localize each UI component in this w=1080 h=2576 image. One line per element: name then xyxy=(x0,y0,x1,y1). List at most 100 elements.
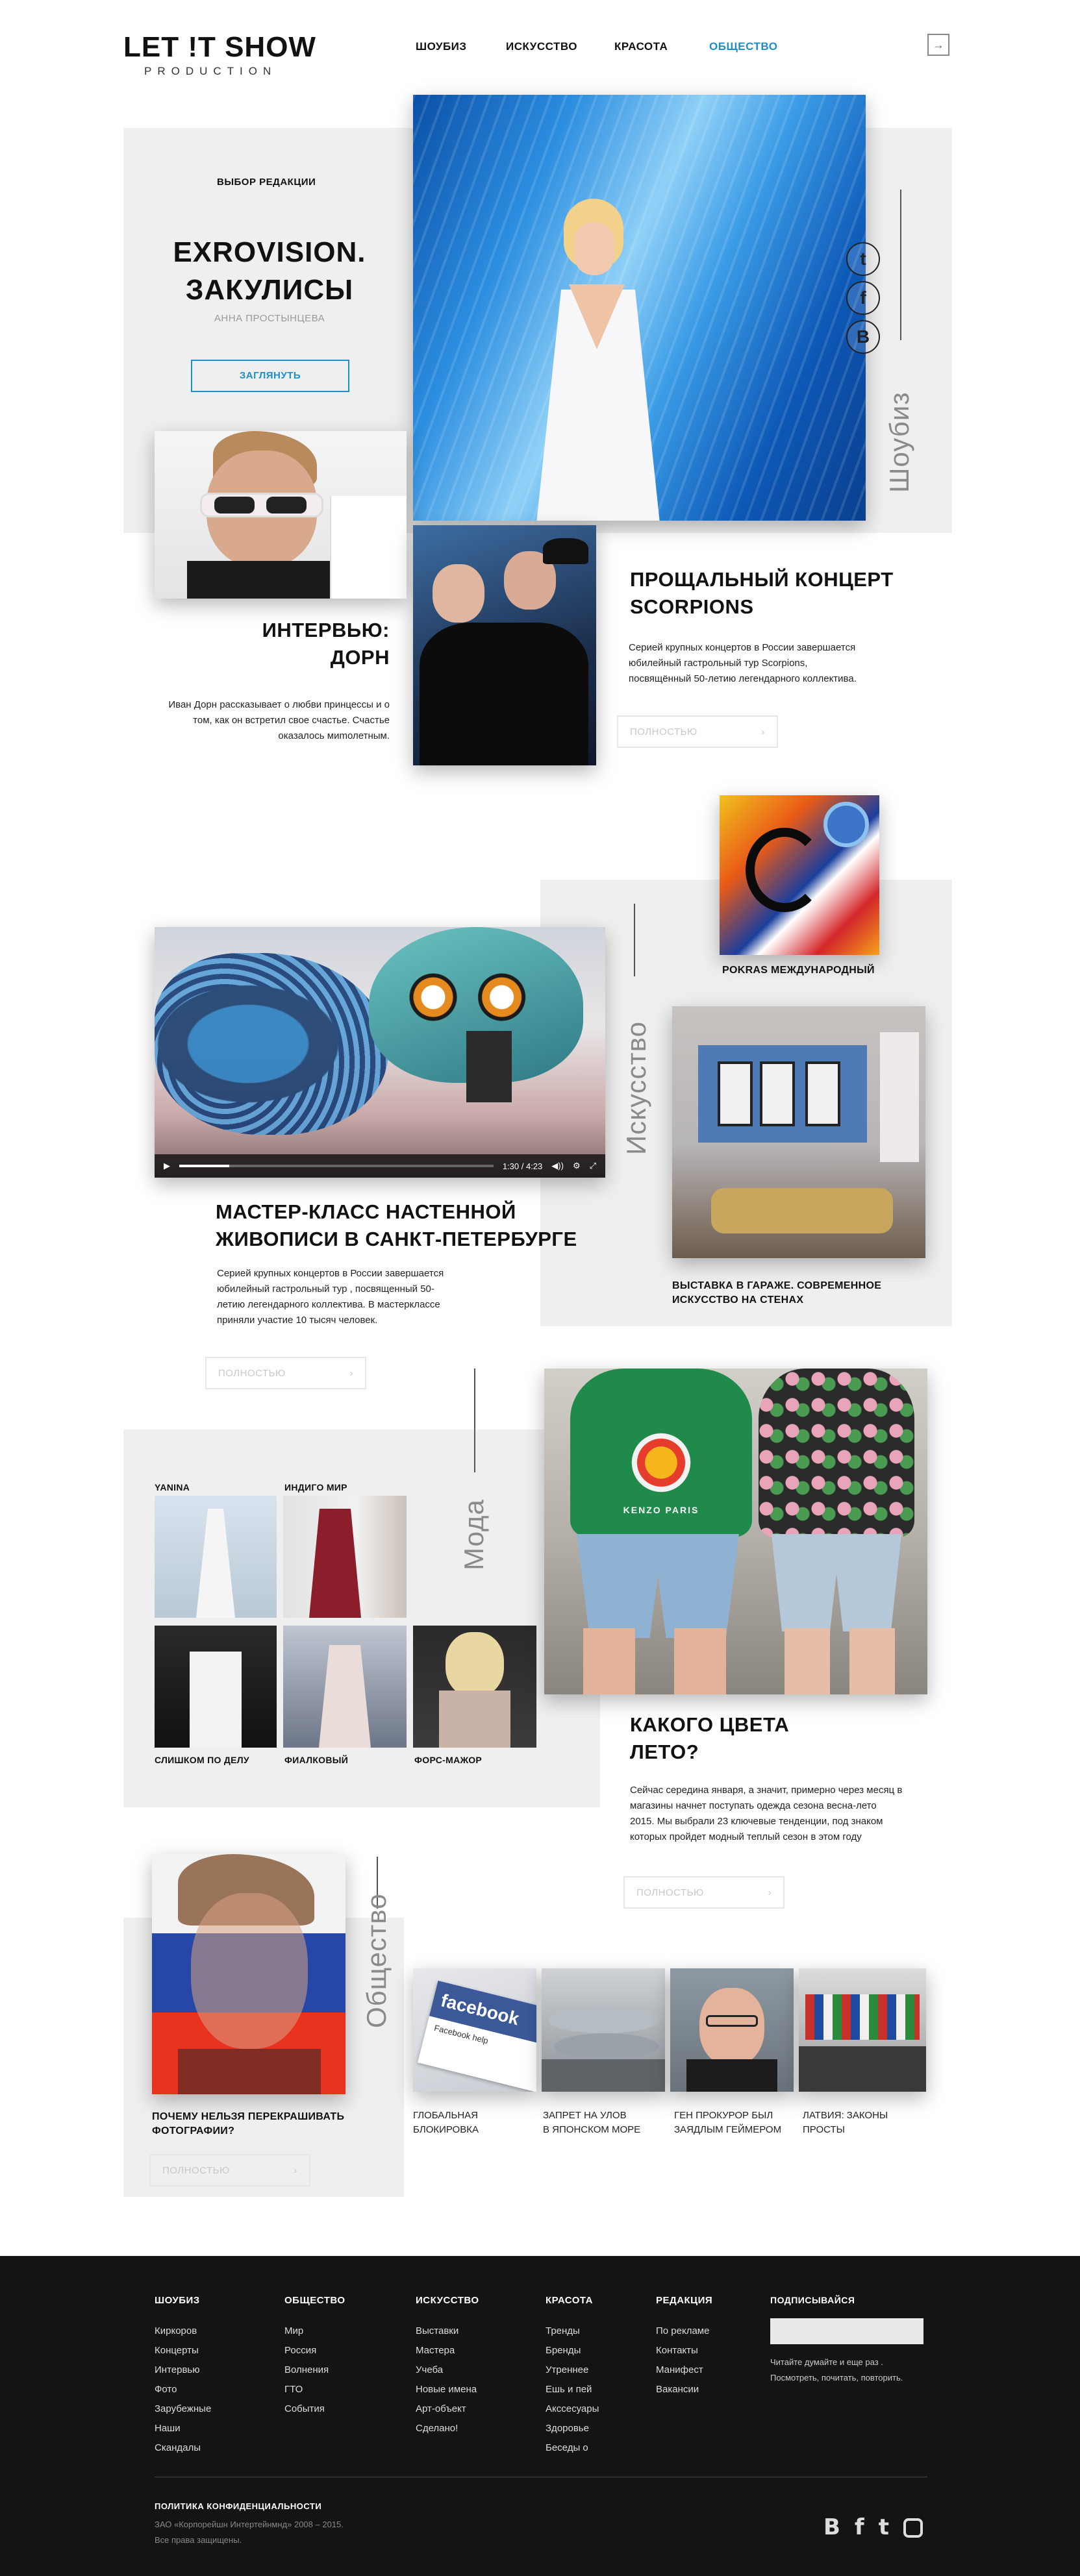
footer-link[interactable]: По рекламе xyxy=(656,2322,712,2341)
footer-link[interactable]: Мастера xyxy=(416,2341,479,2360)
section-divider xyxy=(474,1368,475,1472)
scorpions-more-button[interactable]: ПОЛНОСТЬЮ › xyxy=(617,715,778,748)
scorpions-title: ПРОЩАЛЬНЫЙ КОНЦЕРТ SCORPIONS xyxy=(630,568,894,618)
fashion-thumb-indigo[interactable] xyxy=(283,1496,407,1618)
fashion-caption-force-majeure: ФОРС-МАЖОР xyxy=(414,1755,483,1765)
footer-link[interactable]: Сделано! xyxy=(416,2419,479,2438)
footer-link[interactable]: Концерты xyxy=(155,2341,211,2360)
footer-link[interactable]: Манифест xyxy=(656,2360,712,2380)
footer-link[interactable]: События xyxy=(284,2399,345,2419)
hero-look-button[interactable]: ЗАГЛЯНУТЬ xyxy=(191,360,349,392)
nav-society[interactable]: ОБЩЕСТВО xyxy=(709,40,777,53)
fashion-thumb-yanina[interactable] xyxy=(155,1496,277,1618)
hero-photo[interactable] xyxy=(413,95,866,521)
footer-link[interactable]: Учеба xyxy=(416,2360,479,2380)
footer-link[interactable]: Утреннее xyxy=(546,2360,599,2380)
footer-link[interactable]: Киркоров xyxy=(155,2322,211,2341)
nav-showbiz[interactable]: ШОУБИЗ xyxy=(416,40,467,53)
logo-title: LET !T SHOW xyxy=(123,31,316,63)
summer-text: Сейчас середина января, а значит, пример… xyxy=(630,1785,903,1842)
twitter-icon[interactable]: t xyxy=(879,2514,889,2540)
footer-link[interactable]: Мир xyxy=(284,2322,345,2341)
privacy-link[interactable]: ПОЛИТИКА КОНФИДЕНЦИАЛЬНОСТИ xyxy=(155,2501,321,2511)
footer-col-showbiz: ШОУБИЗ Киркоров Концерты Интервью Фото З… xyxy=(155,2295,211,2458)
subscribe-text: Читайте думайте и еще раз . Посмотреть, … xyxy=(770,2357,903,2383)
summer-title: КАКОГО ЦВЕТА ЛЕТО? xyxy=(630,1713,790,1763)
society-thumb-fishing[interactable] xyxy=(542,1968,665,2092)
footer-link[interactable]: Тренды xyxy=(546,2322,599,2341)
recolor-more-button[interactable]: ПОЛНОСТЬЮ › xyxy=(149,2154,310,2186)
footer-link[interactable]: Здоровье xyxy=(546,2419,599,2438)
nav-beauty[interactable]: КРАСОТА xyxy=(614,40,668,53)
footer-link[interactable]: Беседы о xyxy=(546,2438,599,2458)
vk-icon[interactable]: B xyxy=(823,2514,840,2540)
facebook-icon[interactable]: f xyxy=(846,281,880,315)
subscribe-email-input[interactable] xyxy=(770,2318,923,2344)
footer-link[interactable]: Россия xyxy=(284,2341,345,2360)
pokras-caption: POKRAS МЕЖДУНАРОДНЫЙ xyxy=(722,965,875,976)
fashion-caption-indigo: ИНДИГО МИР xyxy=(284,1482,347,1492)
twitter-icon[interactable]: t xyxy=(846,242,880,276)
mural-title: МАСТЕР-КЛАСС НАСТЕННОЙ ЖИВОПИСИ В САНКТ-… xyxy=(216,1200,577,1250)
footer-col-art: ИСКУССТВО Выставки Мастера Учеба Новые и… xyxy=(416,2295,479,2438)
mural-more-button[interactable]: ПОЛНОСТЬЮ › xyxy=(205,1357,366,1389)
summer-more-button[interactable]: ПОЛНОСТЬЮ › xyxy=(623,1876,785,1909)
society-thumb-latvia[interactable] xyxy=(799,1968,926,2092)
footer-link[interactable]: Акссесуары xyxy=(546,2399,599,2419)
facebook-icon[interactable]: f xyxy=(855,2514,864,2540)
society-thumb-blocking[interactable]: facebook Facebook help xyxy=(413,1968,536,2092)
play-icon[interactable]: ▶ xyxy=(164,1161,170,1171)
section-label-society: Общество xyxy=(361,1893,392,2028)
login-arrow-icon: → xyxy=(933,38,944,51)
footer-link[interactable]: Скандалы xyxy=(155,2438,211,2458)
arrow-right-icon: › xyxy=(768,1887,772,1898)
footer-link[interactable]: Зарубежные xyxy=(155,2399,211,2419)
dorn-photo[interactable] xyxy=(155,431,407,599)
footer-subscribe: ПОДПИСЫВАЙСЯ Читайте думайте и еще раз .… xyxy=(770,2295,929,2386)
mural-text: Серией крупных концертов в России заверш… xyxy=(217,1268,444,1326)
login-button[interactable]: → xyxy=(927,34,949,56)
pokras-photo[interactable] xyxy=(720,795,879,955)
logo[interactable]: LET !T SHOW PRODUCTION xyxy=(123,31,325,96)
fashion-thumb-force-majeure[interactable] xyxy=(413,1626,536,1748)
arrow-right-icon: › xyxy=(349,1367,353,1379)
section-divider xyxy=(634,904,635,976)
fullscreen-icon[interactable]: ⤢ xyxy=(590,1161,596,1171)
society-caption-blocking: ГЛОБАЛЬНАЯ БЛОКИРОВКА xyxy=(413,2110,479,2135)
instagram-icon[interactable] xyxy=(903,2518,923,2538)
society-thumb-prosecutor[interactable] xyxy=(670,1968,794,2092)
volume-icon[interactable]: ◀)) xyxy=(551,1161,564,1171)
sweater-text: KENZO PARIS xyxy=(623,1505,699,1515)
footer-link[interactable]: Волнения xyxy=(284,2360,345,2380)
garage-caption: ВЫСТАВКА В ГАРАЖЕ. СОВРЕМЕННОЕ ИСКУССТВО… xyxy=(672,1280,882,1306)
footer-link[interactable]: Фото xyxy=(155,2380,211,2399)
nav-art[interactable]: ИСКУССТВО xyxy=(506,40,577,53)
footer-link[interactable]: Контакты xyxy=(656,2341,712,2360)
video-controls[interactable]: ▶ 1:30 / 4:23 ◀)) ⚙ ⤢ xyxy=(155,1154,605,1178)
summer-color-photo[interactable]: KENZO PARIS xyxy=(544,1368,927,1694)
footer-link[interactable]: Вакансии xyxy=(656,2380,712,2399)
footer-link[interactable]: Интервью xyxy=(155,2360,211,2380)
garage-photo[interactable] xyxy=(672,1006,925,1258)
hero-title: EXROVISION. ЗАКУЛИСЫ xyxy=(173,236,366,306)
vk-icon[interactable]: B xyxy=(846,320,880,354)
copyright: ЗАО «Корпорейшн Интертейнмнд» 2008 – 201… xyxy=(155,2520,344,2545)
recolor-photo[interactable] xyxy=(152,1854,345,2094)
society-caption-fishing: ЗАПРЕТ НА УЛОВ В ЯПОНСКОМ МОРЕ xyxy=(543,2110,641,2135)
settings-icon[interactable]: ⚙ xyxy=(573,1161,581,1171)
footer-link[interactable]: Арт-объект xyxy=(416,2399,479,2419)
fashion-thumb-violet[interactable] xyxy=(283,1626,407,1748)
video-progress[interactable] xyxy=(179,1165,494,1167)
footer-link[interactable]: ГТО xyxy=(284,2380,345,2399)
footer-link[interactable]: Ешь и пей xyxy=(546,2380,599,2399)
mural-video[interactable]: ▶ 1:30 / 4:23 ◀)) ⚙ ⤢ xyxy=(155,927,605,1178)
fashion-thumb-too-busy[interactable] xyxy=(155,1626,277,1748)
section-divider xyxy=(900,190,901,340)
scorpions-photo[interactable] xyxy=(413,525,596,765)
footer-col-editorial: РЕДАКЦИЯ По рекламе Контакты Манифест Ва… xyxy=(656,2295,712,2399)
footer-link[interactable]: Выставки xyxy=(416,2322,479,2341)
recolor-caption: ПОЧЕМУ НЕЛЬЗЯ ПЕРЕКРАШИВАТЬ ФОТОГРАФИИ? xyxy=(152,2111,345,2136)
footer-link[interactable]: Наши xyxy=(155,2419,211,2438)
footer-link[interactable]: Новые имена xyxy=(416,2380,479,2399)
footer-link[interactable]: Бренды xyxy=(546,2341,599,2360)
